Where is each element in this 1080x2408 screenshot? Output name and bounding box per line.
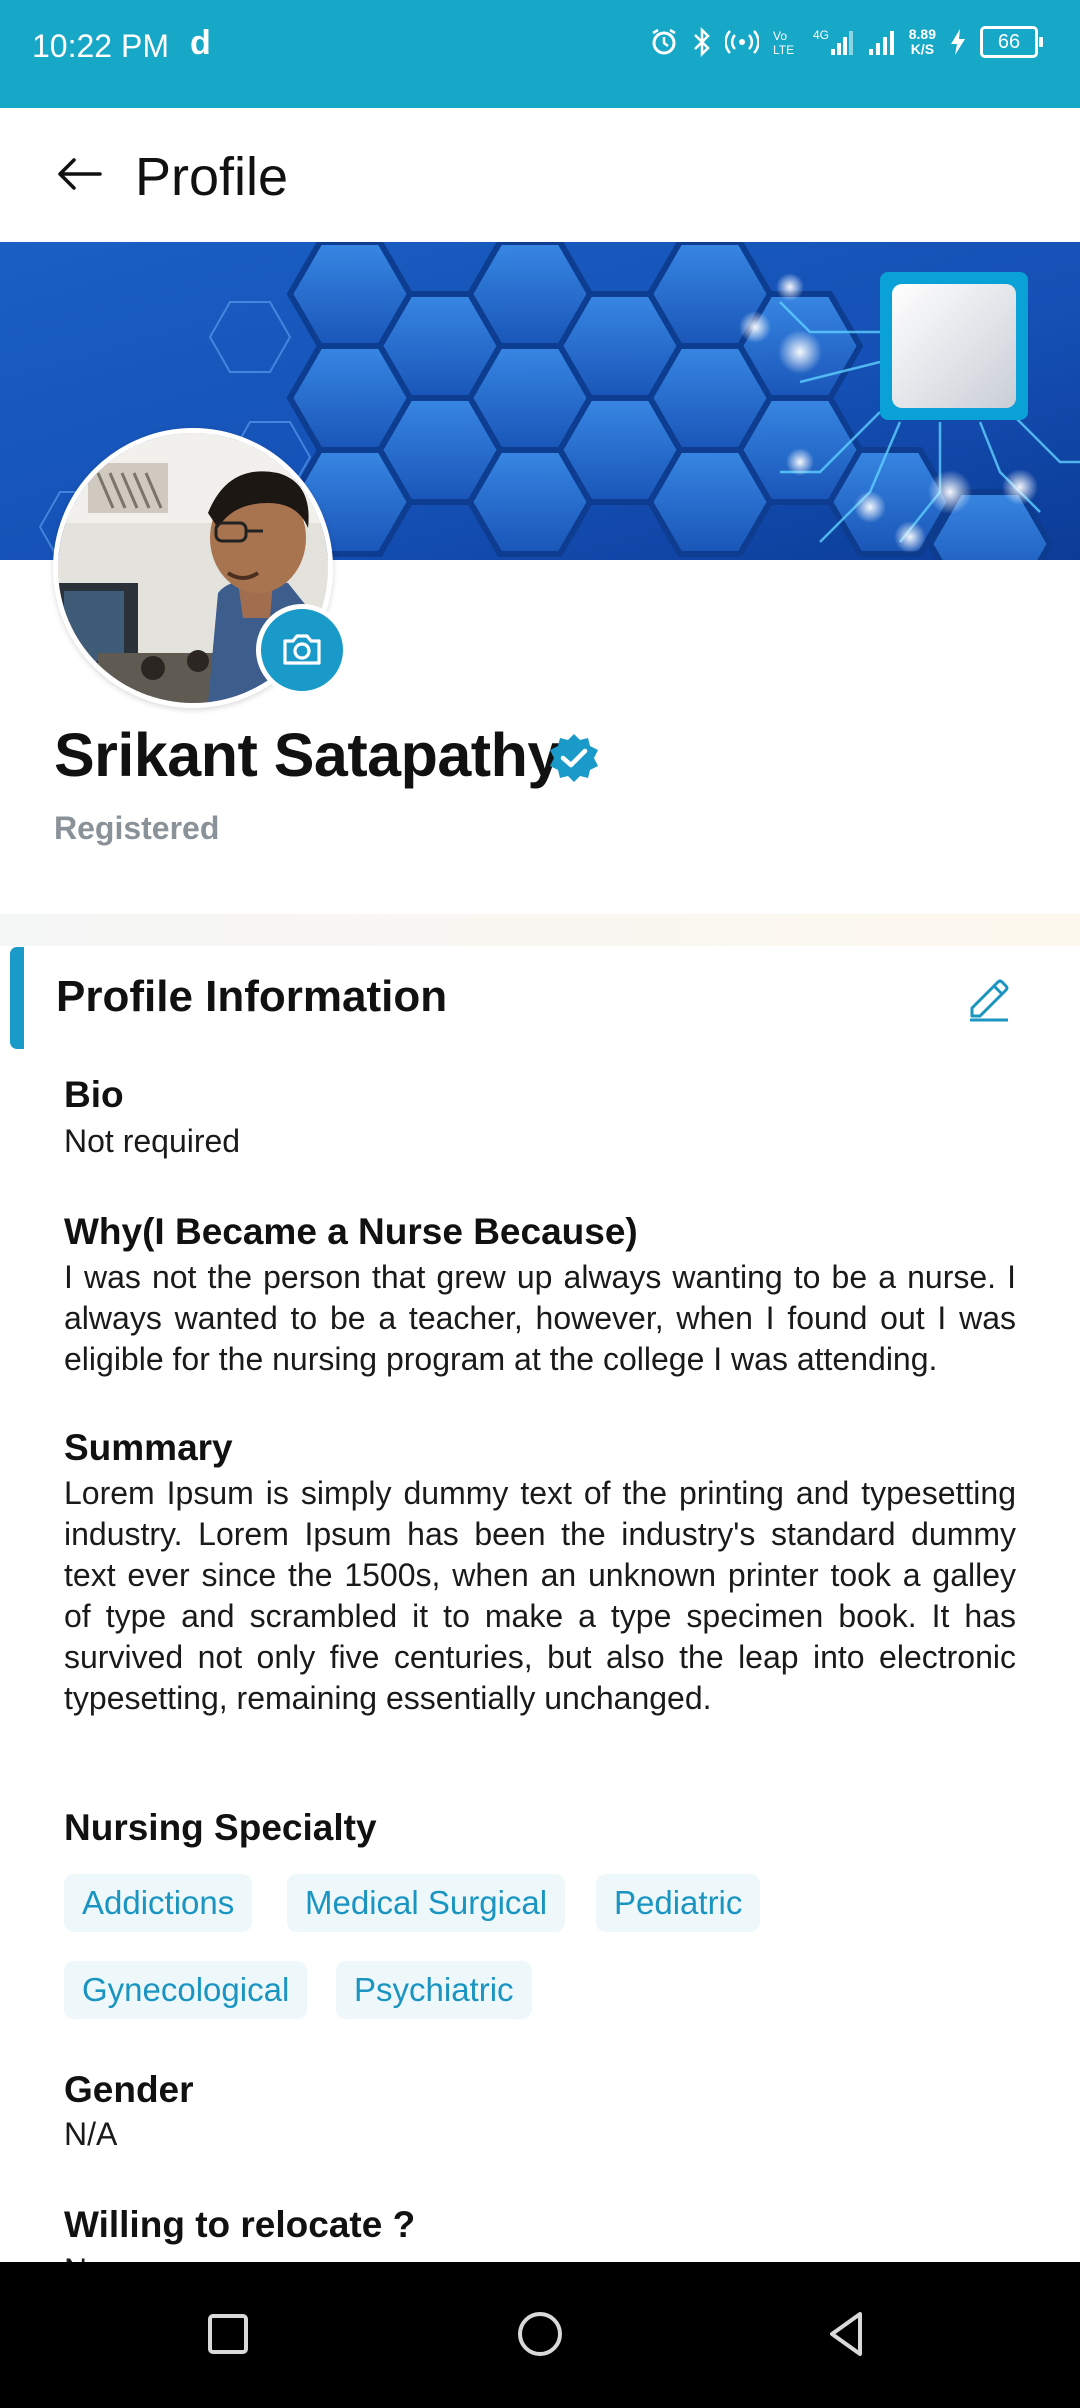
profile-name: Srikant Satapathy [54, 721, 561, 789]
charging-icon [951, 29, 965, 55]
camera-icon [283, 634, 321, 665]
hotspot-icon [724, 30, 759, 54]
change-photo-button[interactable] [256, 604, 348, 696]
system-nav-bar [0, 2262, 1080, 2408]
app-bar: Profile [0, 108, 1080, 242]
net-speed-value: 8.89 [908, 26, 936, 42]
gender-value: N/A [64, 2116, 118, 2152]
svg-text:LTE: LTE [773, 43, 794, 57]
svg-text:Vo: Vo [773, 29, 787, 43]
section-title: Profile Information [56, 972, 448, 1021]
why-label: Why(I Became a Nurse Because) [64, 1211, 638, 1252]
relocate-label: Willing to relocate ? [64, 2204, 416, 2245]
notification-app-icon: d [190, 24, 211, 62]
alarm-icon [652, 28, 676, 55]
why-value: I was not the person that grew up always… [64, 1259, 1016, 1377]
arrow-left-icon[interactable] [50, 144, 110, 204]
specialty-label: Nursing Specialty [64, 1807, 377, 1848]
bio-label: Bio [64, 1074, 124, 1115]
svg-text:4G: 4G [813, 28, 829, 42]
battery-icon: 66 [980, 26, 1043, 58]
volte-icon: VoLTE [773, 29, 794, 57]
specialty-chip[interactable]: Psychiatric [336, 1961, 532, 2019]
net-speed: 8.89 K/S [909, 27, 936, 57]
recents-square-icon[interactable] [198, 2304, 258, 2364]
net-speed-unit: K/S [910, 41, 935, 57]
signal-icon [868, 31, 894, 55]
section-accent-bar [10, 947, 24, 1049]
home-circle-icon[interactable] [510, 2304, 570, 2364]
status-time: 10:22 PM [32, 28, 169, 64]
registration-status: Registered [54, 810, 220, 846]
section-divider [0, 914, 1080, 946]
specialty-chip[interactable]: Medical Surgical [287, 1874, 566, 1932]
status-bar: 10:22 PM d Vo LTE 4G 8.89 K/S 66 [0, 0, 1080, 108]
back-triangle-icon[interactable] [816, 2304, 876, 2364]
status-icons: Vo LTE 4G 8.89 K/S 66 [649, 26, 1043, 58]
verified-badge-icon [550, 734, 598, 782]
pencil-icon[interactable] [964, 972, 1014, 1022]
page-title: Profile [135, 147, 289, 207]
specialty-chip[interactable]: Pediatric [596, 1874, 761, 1932]
signal-4g-icon: 4G [813, 28, 853, 55]
bluetooth-icon [693, 27, 710, 57]
specialty-chip[interactable]: Gynecological [64, 1961, 308, 2019]
specialty-chip[interactable]: Addictions [64, 1874, 253, 1932]
gender-label: Gender [64, 2069, 194, 2110]
bio-value: Not required [64, 1123, 241, 1159]
summary-value: Lorem Ipsum is simply dummy text of the … [64, 1475, 1016, 1716]
summary-label: Summary [64, 1427, 233, 1468]
